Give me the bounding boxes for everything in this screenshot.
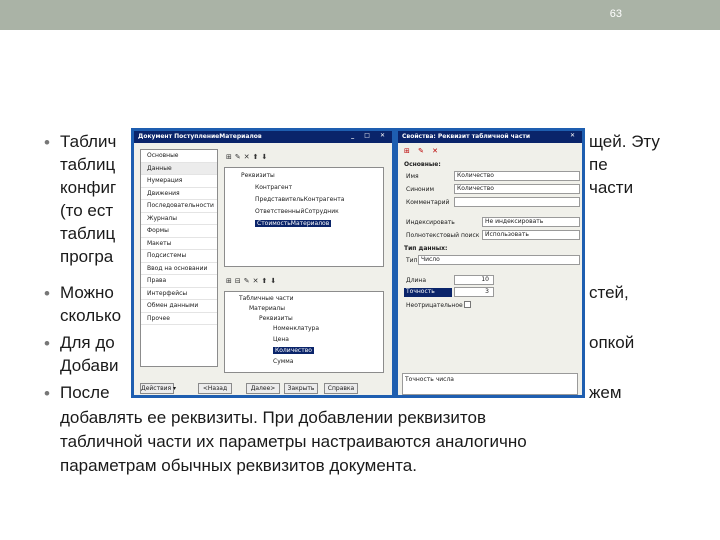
bullet-4-line-2: добавлять ее реквизиты. При добавлении р…: [60, 408, 486, 427]
tree-node[interactable]: Табличные части: [239, 295, 294, 302]
document-nav-list: Основные Данные Нумерация Движения После…: [140, 149, 218, 367]
tree-node[interactable]: Сумма: [273, 358, 293, 365]
tree-node[interactable]: Цена: [273, 336, 289, 343]
bullet-marker: •: [44, 284, 50, 303]
bullet-1-line-5a: таблиц: [60, 224, 116, 243]
properties-window-title: Свойства: Реквизит табличной части ✕: [398, 131, 582, 143]
tree-node[interactable]: ПредставительКонтрагента: [255, 196, 344, 203]
bullet-4-line-3: табличной части их параметры настраивают…: [60, 432, 527, 451]
fulltext-label: Полнотекстовый поиск: [406, 232, 480, 239]
bullet-1-line-2b: пе: [589, 155, 608, 174]
document-window-title: Документ ПоступлениеМатериалов _ □ ✕: [134, 131, 392, 143]
bullet-3-line-1a: Для до: [60, 333, 115, 352]
synonym-field[interactable]: Количество: [454, 184, 580, 194]
bullet-1-line-1a: Таблич: [60, 132, 117, 151]
tree-node[interactable]: Материалы: [249, 305, 285, 312]
bullet-4-line-1a: После: [60, 383, 110, 402]
section-main: Основные:: [404, 161, 441, 168]
bullet-1-line-6a: програ: [60, 247, 114, 266]
bullet-1-line-4a: (то ест: [60, 201, 114, 220]
nav-item[interactable]: Нумерация: [141, 175, 217, 188]
bullet-1-line-3b: части: [589, 178, 634, 197]
properties-toolbar[interactable]: ⊞ ✎ ✕: [404, 147, 441, 159]
length-field[interactable]: 10: [454, 275, 494, 285]
back-button[interactable]: <Назад: [198, 383, 232, 394]
next-button[interactable]: Далее>: [246, 383, 280, 394]
name-label: Имя: [406, 173, 419, 180]
bullet-marker: •: [44, 133, 50, 152]
properties-window: Свойства: Реквизит табличной части ✕ ⊞ ✎…: [395, 128, 585, 398]
tree-node[interactable]: Контрагент: [255, 184, 292, 191]
bullet-4-line-4: параметрам обычных реквизитов документа.: [60, 456, 417, 475]
tree-node-selected[interactable]: Количество: [273, 347, 314, 354]
bullet-2-line-1a: Можно: [60, 283, 114, 302]
bullet-3-line-2a: Добави: [60, 356, 119, 375]
nonnegative-label: Неотрицательное: [406, 302, 463, 309]
bullet-4-line-1b: жем: [589, 383, 622, 402]
nav-item[interactable]: Последовательности: [141, 200, 217, 213]
tree-node[interactable]: Номенклатура: [273, 325, 319, 332]
attributes-toolbar[interactable]: ⊞✎✕⬆⬇: [226, 153, 270, 165]
index-label: Индексировать: [406, 219, 455, 226]
nav-item[interactable]: Данные: [141, 162, 217, 175]
properties-window-title-text: Свойства: Реквизит табличной части: [402, 133, 531, 140]
nav-item[interactable]: Прочее: [141, 313, 217, 325]
nav-item[interactable]: Основные: [141, 150, 217, 163]
synonym-label: Синоним: [406, 186, 435, 193]
nonnegative-checkbox[interactable]: [464, 301, 471, 308]
nav-item[interactable]: Подсистемы: [141, 250, 217, 263]
bullet-marker: •: [44, 384, 50, 403]
bullet-1-line-1b: щей. Эту: [589, 132, 660, 151]
bullet-1-line-3a: конфиг: [60, 178, 117, 197]
nav-item[interactable]: Ввод на основании: [141, 263, 217, 275]
bullet-2-line-2a: сколько: [60, 306, 122, 325]
bullet-marker: •: [44, 334, 50, 353]
nav-item[interactable]: Формы: [141, 225, 217, 238]
nav-item[interactable]: Обмен данными: [141, 300, 217, 313]
name-field[interactable]: Количество: [454, 171, 580, 181]
help-button[interactable]: Справка: [324, 383, 358, 394]
tabular-parts-tree: Табличные части Материалы Реквизиты Номе…: [224, 291, 384, 373]
bullet-3-line-1b: опкой: [589, 333, 635, 352]
nav-item[interactable]: Права: [141, 275, 217, 288]
length-label: Длина: [406, 277, 427, 284]
type-select[interactable]: Число: [418, 255, 580, 265]
property-description-text: Точность числа: [405, 376, 454, 383]
actions-button[interactable]: Действия ▾: [140, 383, 176, 394]
close-button[interactable]: Закрыть: [284, 383, 318, 394]
fulltext-select[interactable]: Использовать: [482, 230, 580, 240]
bullet-1-line-2a: таблиц: [60, 155, 116, 174]
type-label: Тип: [406, 257, 418, 264]
attributes-tree: Реквизиты Контрагент ПредставительКонтра…: [224, 167, 384, 267]
window-controls[interactable]: _ □ ✕: [351, 132, 389, 139]
tree-node-selected[interactable]: СтоимостьМатериалов: [255, 220, 332, 227]
precision-label: Точность: [404, 288, 452, 297]
tree-node[interactable]: Реквизиты: [259, 315, 293, 322]
property-description: Точность числа: [402, 373, 578, 395]
nav-item[interactable]: Макеты: [141, 238, 217, 250]
bullet-2-line-1b: стей,: [589, 283, 629, 302]
nav-item[interactable]: Журналы: [141, 213, 217, 225]
tree-node[interactable]: Реквизиты: [241, 172, 275, 179]
comment-label: Комментарий: [406, 199, 450, 206]
document-window-title-text: Документ ПоступлениеМатериалов: [138, 133, 262, 140]
tree-node[interactable]: ОтветственныйСотрудник: [255, 208, 339, 215]
section-type: Тип данных:: [404, 245, 448, 252]
document-window: Документ ПоступлениеМатериалов _ □ ✕ Осн…: [131, 128, 395, 398]
nav-item[interactable]: Интерфейсы: [141, 288, 217, 300]
close-icon[interactable]: ✕: [570, 132, 579, 139]
comment-field[interactable]: [454, 197, 580, 207]
index-select[interactable]: Не индексировать: [482, 217, 580, 227]
nav-item[interactable]: Движения: [141, 188, 217, 200]
precision-field[interactable]: 3: [454, 287, 494, 297]
tabular-toolbar[interactable]: ⊞⊟✎✕⬆⬇: [226, 277, 279, 289]
